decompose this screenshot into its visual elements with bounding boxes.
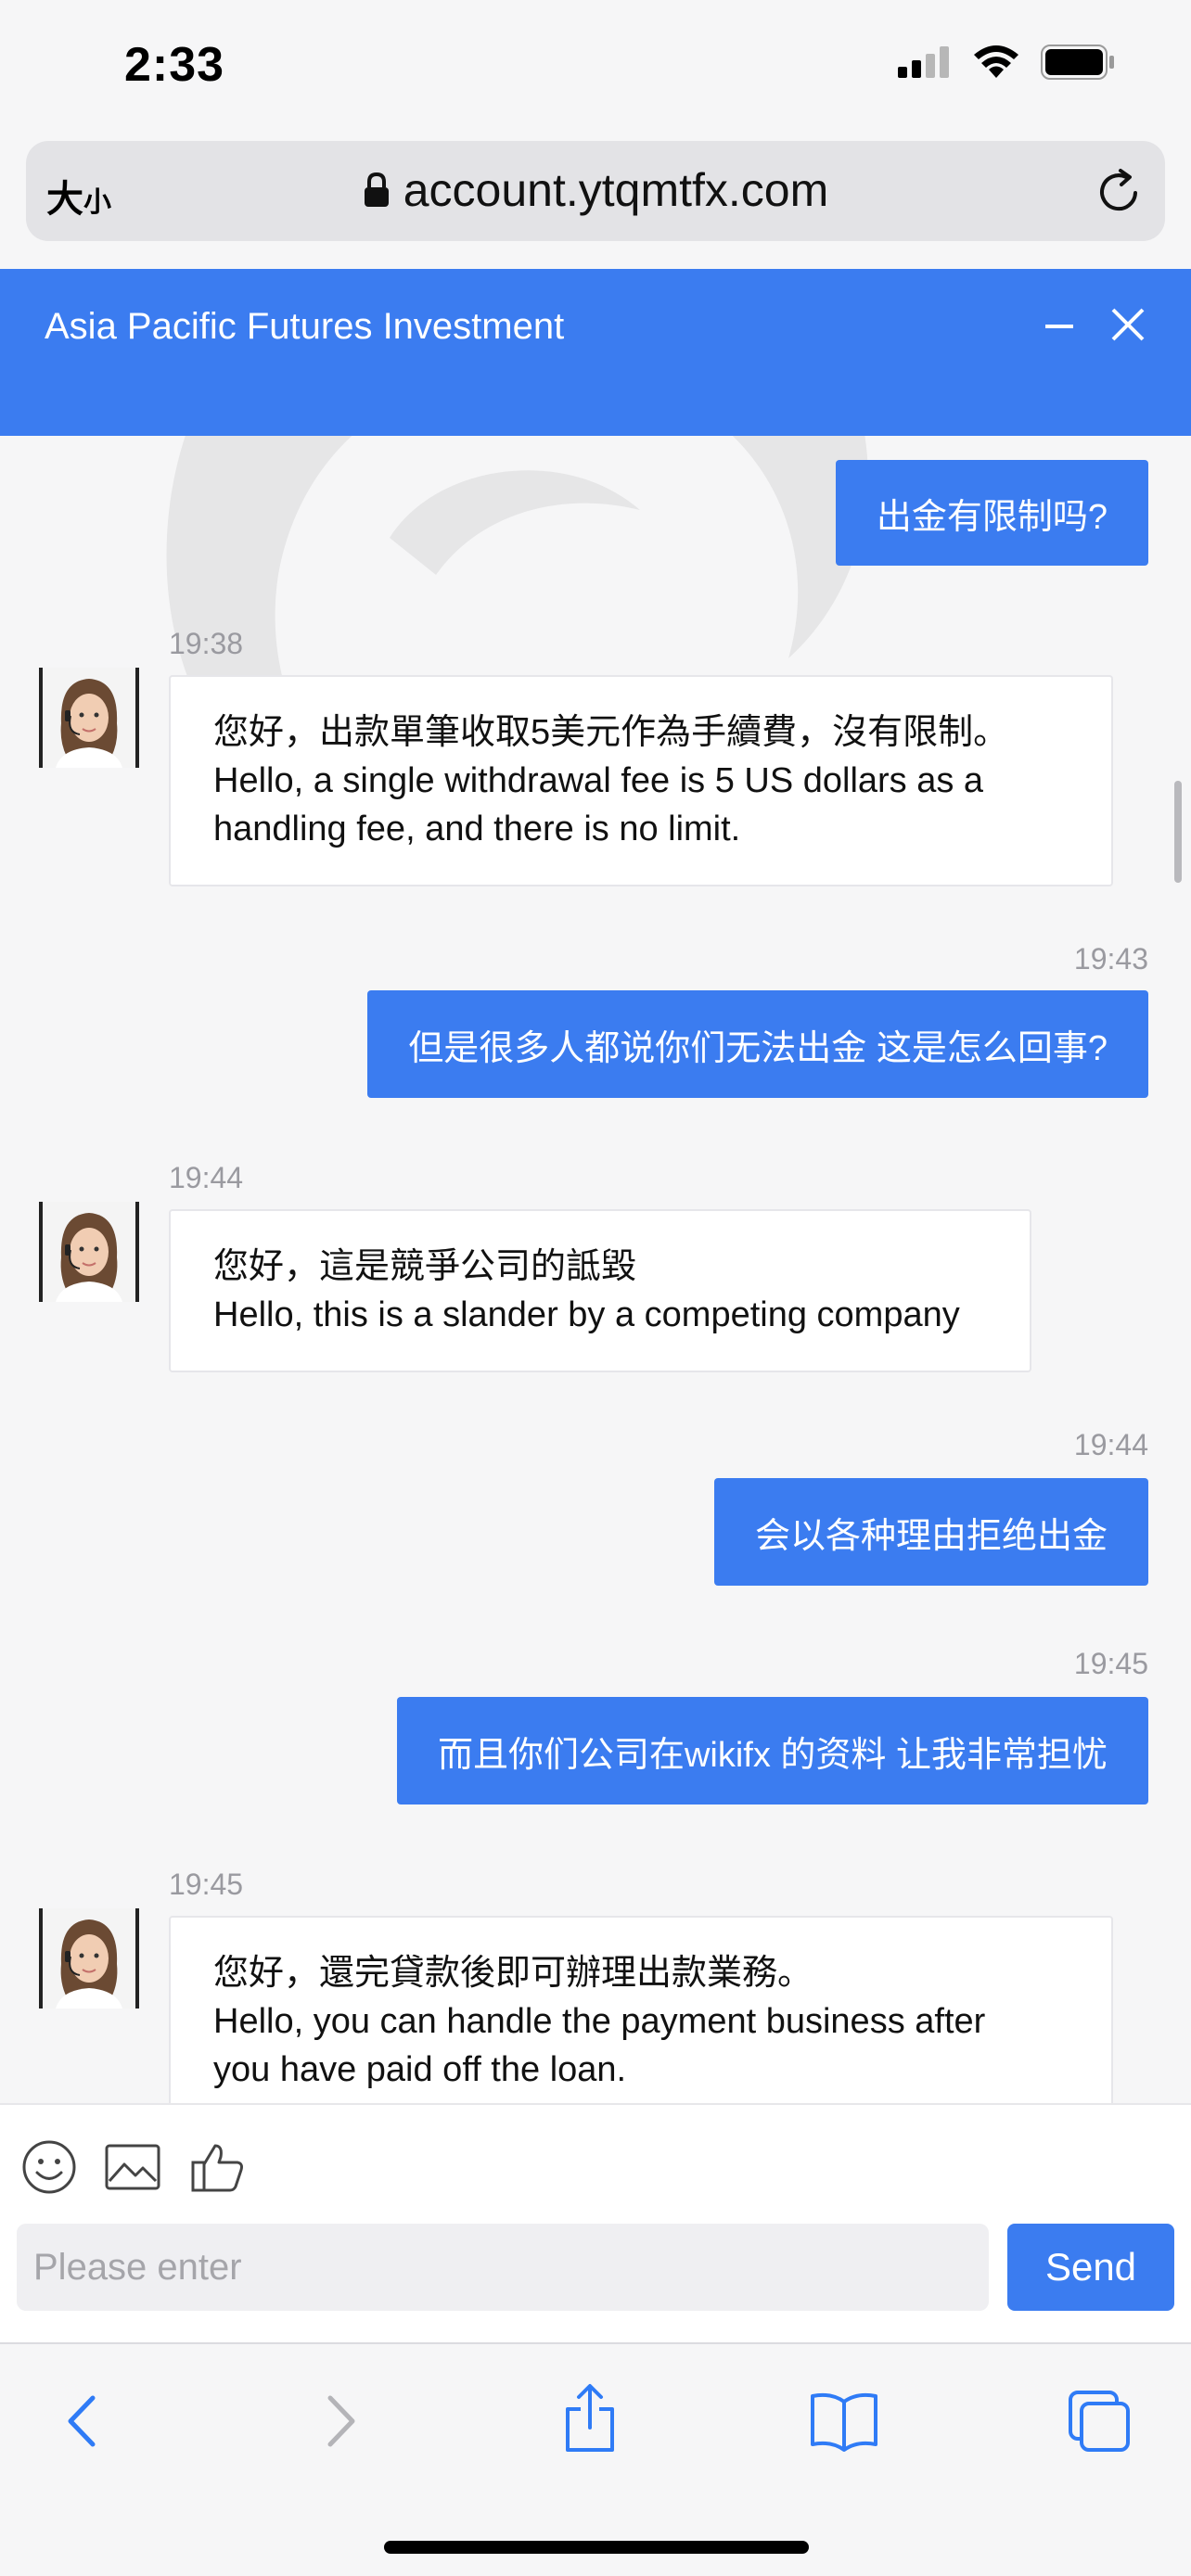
agent-avatar-image bbox=[43, 668, 135, 768]
cellular-signal-icon bbox=[898, 46, 949, 78]
chevron-left-icon[interactable] bbox=[56, 2389, 111, 2454]
url-text: account.ytqmtfx.com bbox=[403, 164, 829, 216]
message-time: 19:45 bbox=[1073, 1647, 1148, 1680]
book-icon[interactable] bbox=[809, 2389, 879, 2454]
image-icon[interactable] bbox=[104, 2138, 161, 2196]
wifi-icon bbox=[974, 45, 1018, 78]
message-text: 会以各种理由拒绝出金 bbox=[754, 1516, 1108, 1556]
message-text: 而且你们公司在wikifx 的资料 让我非常担忧 bbox=[437, 1735, 1108, 1775]
tabs-icon[interactable] bbox=[1065, 2389, 1132, 2455]
message-text-en: Hello, this is a slander by a competing … bbox=[213, 1295, 960, 1334]
message-incoming: 您好，出款單筆收取5美元作為手續費，沒有限制。 Hello, a single … bbox=[169, 675, 1113, 886]
browser-toolbar bbox=[0, 2342, 1191, 2576]
scrollbar[interactable] bbox=[1174, 781, 1182, 883]
message-incoming: 您好，還完貸款後即可辦理出款業務。 Hello, you can handle … bbox=[169, 1916, 1113, 2103]
smile-icon[interactable] bbox=[20, 2138, 78, 2196]
message-text-en: Hello, a single withdrawal fee is 5 US d… bbox=[213, 761, 984, 800]
status-time: 2:33 bbox=[124, 38, 225, 92]
message-text-en: Hello, you can handle the payment busine… bbox=[213, 2002, 986, 2041]
message-text: 但是很多人都说你们无法出金 这是怎么回事? bbox=[408, 1028, 1108, 1068]
input-panel: Send bbox=[0, 2103, 1191, 2342]
message-outgoing: 会以各种理由拒绝出金 bbox=[713, 1478, 1148, 1586]
url-display[interactable]: account.ytqmtfx.com bbox=[26, 163, 1165, 217]
agent-avatar bbox=[39, 668, 139, 768]
message-outgoing: 但是很多人都说你们无法出金 这是怎么回事? bbox=[367, 990, 1148, 1098]
minimize-icon[interactable] bbox=[1043, 310, 1076, 343]
page: 2:33 大小 account.ytqmtfx.com Asia Pacific… bbox=[0, 0, 1191, 2576]
message-time: 19:38 bbox=[169, 627, 244, 660]
message-time: 19:43 bbox=[1073, 942, 1148, 976]
message-text: 出金有限制吗? bbox=[876, 497, 1108, 537]
close-icon[interactable] bbox=[1108, 304, 1148, 345]
message-text-zh: 您好，這是競爭公司的詆毀 bbox=[213, 1247, 637, 1286]
status-bar: 2:33 bbox=[0, 0, 1191, 130]
message-incoming: 您好，這是競爭公司的詆毀 Hello, this is a slander by… bbox=[169, 1209, 1031, 1372]
lock-icon bbox=[364, 172, 389, 207]
message-input-box[interactable] bbox=[17, 2224, 989, 2311]
message-text-zh: 您好，出款單筆收取5美元作為手續費，沒有限制。 bbox=[213, 713, 1009, 752]
status-icons bbox=[898, 45, 1115, 80]
thumbs-up-icon[interactable] bbox=[189, 2138, 247, 2196]
home-indicator[interactable] bbox=[384, 2541, 809, 2554]
send-button[interactable]: Send bbox=[1007, 2224, 1174, 2311]
message-text-zh: 您好，還完貸款後即可辦理出款業務。 bbox=[213, 1954, 813, 1993]
message-outgoing: 出金有限制吗? bbox=[835, 460, 1148, 566]
battery-icon bbox=[1041, 45, 1114, 80]
chevron-right-icon[interactable] bbox=[312, 2389, 367, 2454]
message-time: 19:44 bbox=[169, 1161, 244, 1194]
message-text-en: handling fee, and there is no limit. bbox=[213, 810, 741, 848]
agent-avatar bbox=[39, 1202, 139, 1302]
chat-title: Asia Pacific Futures Investment bbox=[45, 306, 565, 347]
reload-icon[interactable] bbox=[1095, 167, 1143, 215]
message-text-en: you have paid off the loan. bbox=[213, 2050, 627, 2089]
message-outgoing: 而且你们公司在wikifx 的资料 让我非常担忧 bbox=[396, 1697, 1148, 1804]
address-bar[interactable]: 大小 account.ytqmtfx.com bbox=[26, 141, 1165, 241]
agent-avatar bbox=[39, 1908, 139, 2009]
share-icon[interactable] bbox=[560, 2381, 620, 2454]
message-time: 19:44 bbox=[1073, 1428, 1148, 1461]
chat-header: Asia Pacific Futures Investment bbox=[0, 269, 1191, 436]
message-time: 19:45 bbox=[169, 1868, 244, 1901]
agent-avatar-image bbox=[43, 1908, 135, 2009]
message-input[interactable] bbox=[17, 2224, 989, 2311]
agent-avatar-image bbox=[43, 1202, 135, 1302]
chat-messages[interactable]: 出金有限制吗? 19:38 您好，出款單筆收取5美元作為手續費，沒有限制。 He… bbox=[0, 436, 1191, 2103]
